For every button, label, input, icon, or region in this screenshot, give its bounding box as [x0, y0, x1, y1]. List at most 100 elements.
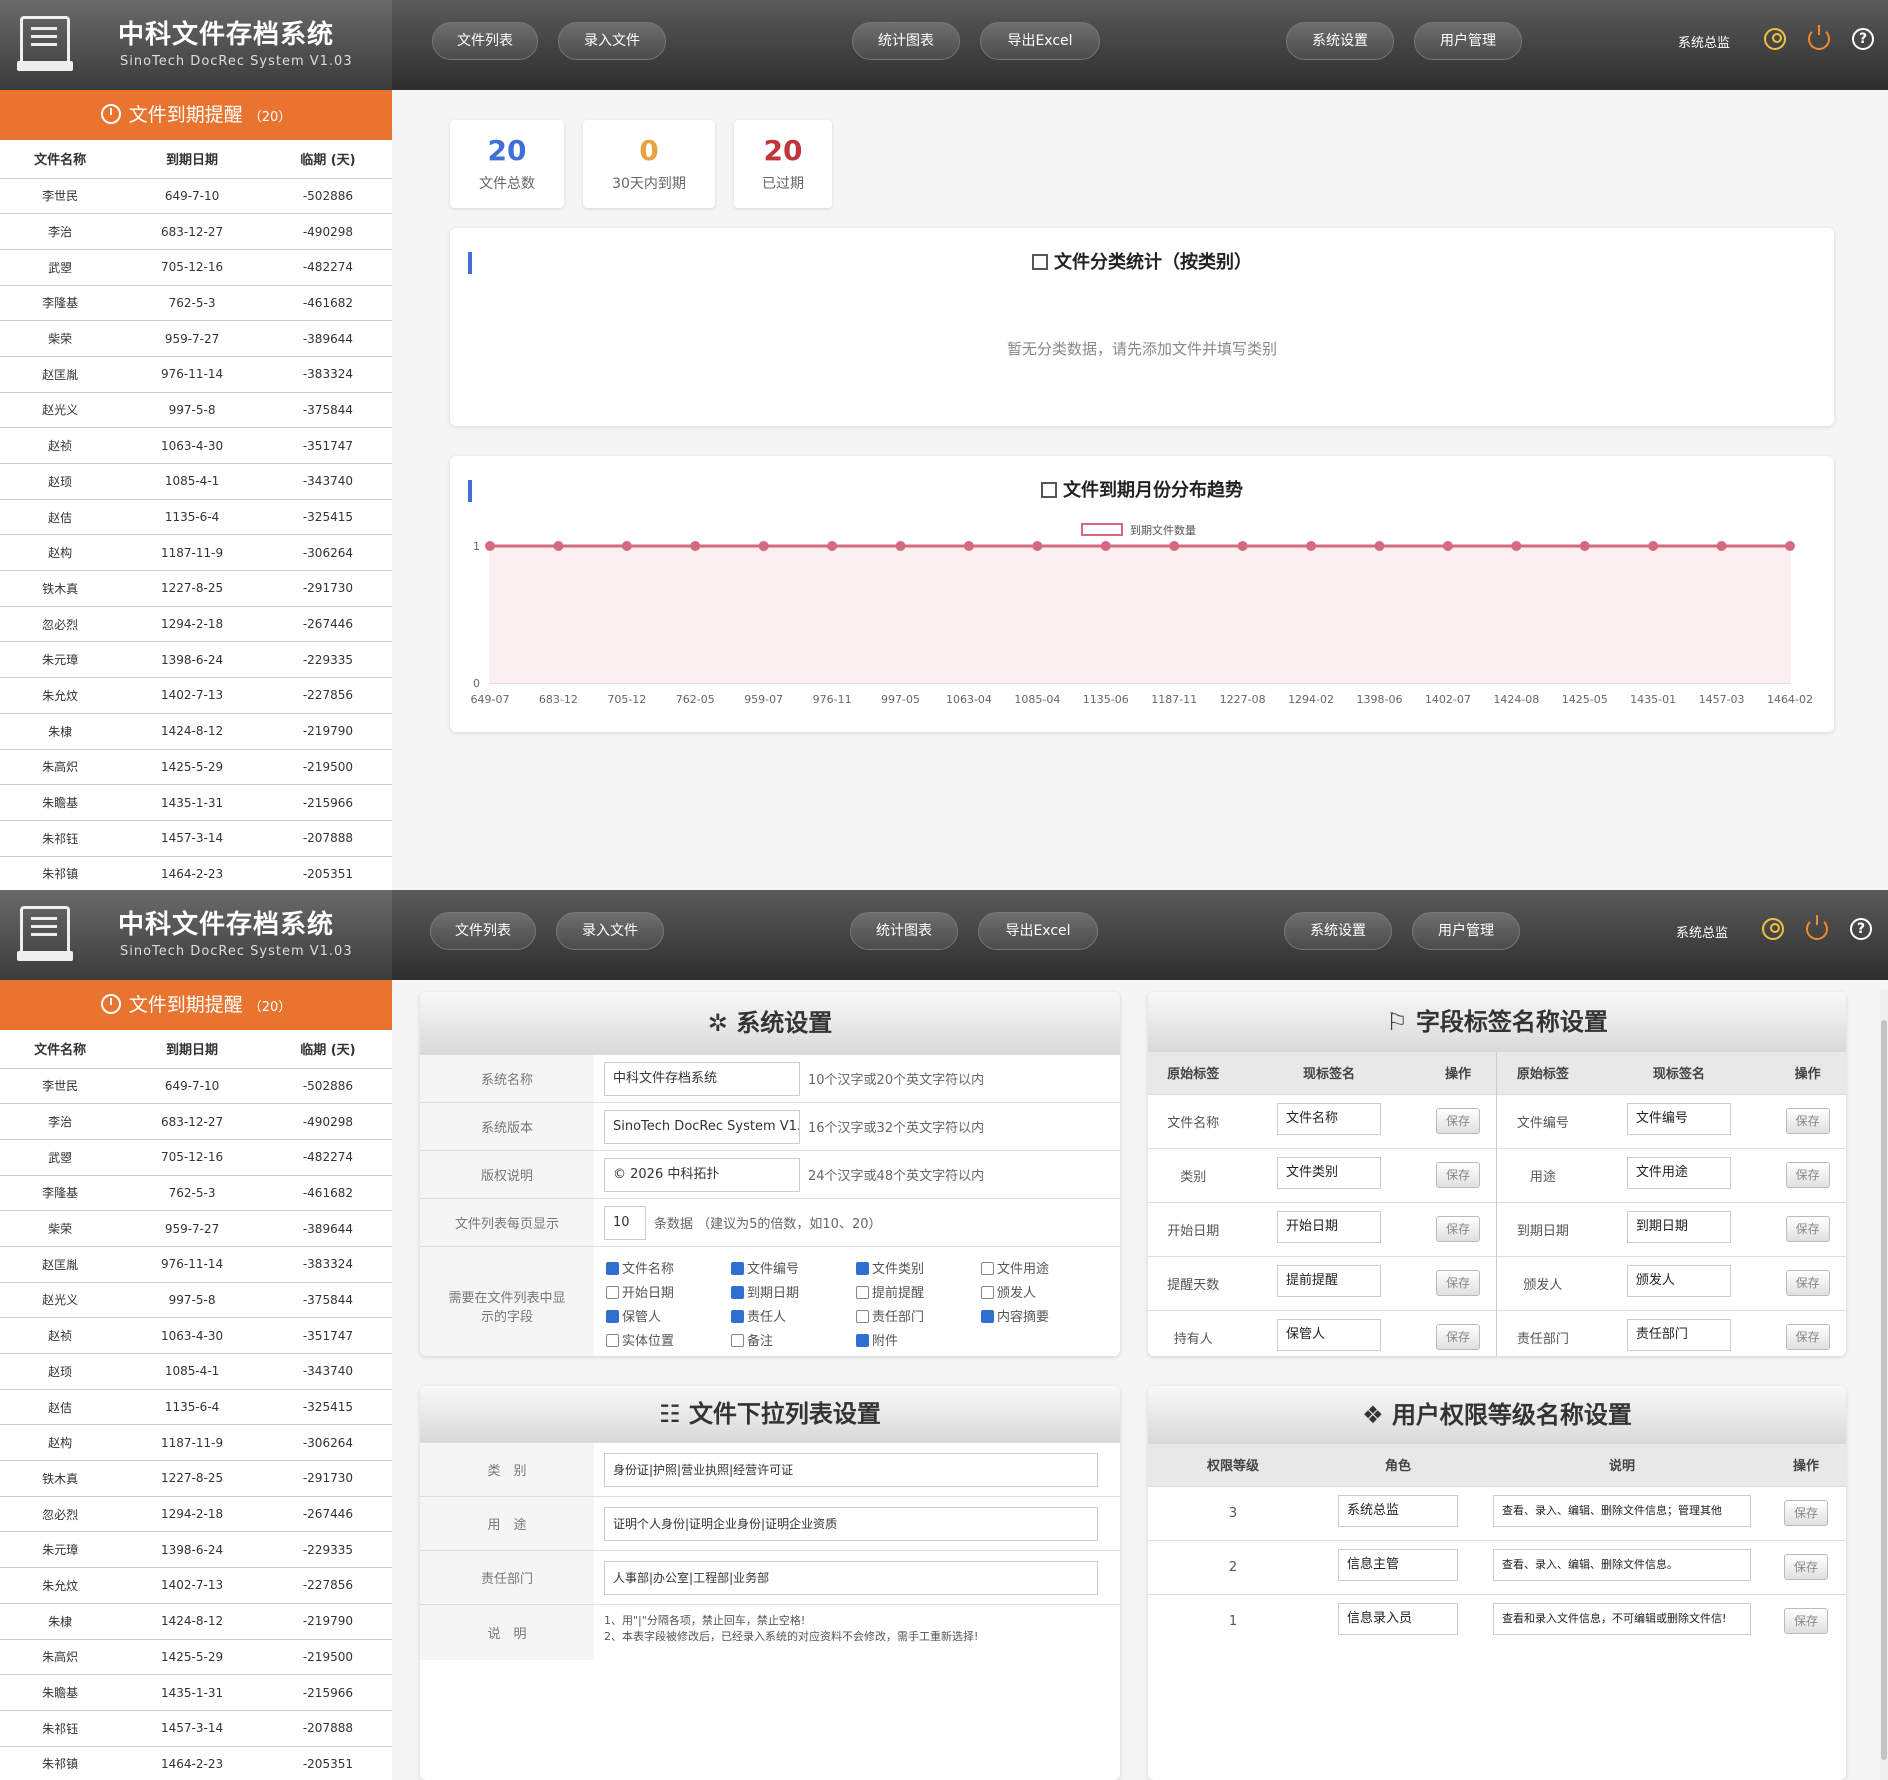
nav-system-settings[interactable]: 系统设置 [1284, 912, 1392, 950]
expiry-row[interactable]: 李世民 649-7-10 -502886 [0, 178, 392, 215]
role-name-input[interactable]: 信息录入员 [1338, 1603, 1458, 1636]
expiry-row[interactable]: 朱瞻基 1435-1-31 -215966 [0, 1674, 392, 1711]
nav-charts[interactable]: 统计图表 [852, 22, 960, 60]
field-checkbox[interactable]: 开始日期 [606, 1282, 731, 1306]
label-save-button[interactable]: 保存 [1436, 1162, 1480, 1188]
expiry-row[interactable]: 李治 683-12-27 -490298 [0, 213, 392, 250]
nav-export-excel[interactable]: 导出Excel [978, 912, 1098, 950]
nav-charts[interactable]: 统计图表 [850, 912, 958, 950]
label-save-button[interactable]: 保存 [1785, 1162, 1830, 1188]
checkbox-box[interactable] [981, 1309, 994, 1323]
field-checkbox[interactable]: 备注 [731, 1330, 856, 1354]
checkbox-box[interactable] [981, 1285, 994, 1299]
setting-input[interactable]: SinoTech DocRec System V1.0 [604, 1109, 800, 1144]
label-save-button[interactable]: 保存 [1436, 1108, 1480, 1134]
nav-file-list[interactable]: 文件列表 [430, 912, 536, 950]
role-name-input[interactable]: 系统总监 [1338, 1495, 1458, 1527]
expiry-row[interactable]: 赵祯 1063-4-30 -351747 [0, 427, 392, 464]
scrollbar-thumb[interactable] [1881, 1020, 1887, 1760]
expiry-row[interactable]: 朱祁钰 1457-3-14 -207888 [0, 820, 392, 857]
expiry-row[interactable]: 武曌 705-12-16 -482274 [0, 1139, 392, 1176]
field-checkbox[interactable]: 文件编号 [731, 1258, 856, 1282]
label-save-button[interactable]: 保存 [1785, 1270, 1830, 1296]
setting-input[interactable]: © 2026 中科拓扑 [604, 1157, 800, 1192]
expiry-row[interactable]: 朱允炆 1402-7-13 -227856 [0, 677, 392, 714]
field-checkbox[interactable]: 附件 [856, 1330, 981, 1354]
field-checkbox[interactable]: 到期日期 [731, 1282, 856, 1306]
field-checkbox[interactable]: 内容摘要 [981, 1306, 1106, 1330]
expiry-row[interactable]: 朱瞻基 1435-1-31 -215966 [0, 784, 392, 821]
dropdown-textarea[interactable]: 人事部|办公室|工程部|业务部 [604, 1560, 1098, 1595]
role-desc-input[interactable]: 查看、录入、编辑、删除文件信息。 [1493, 1549, 1751, 1581]
expiry-row[interactable]: 李隆基 762-5-3 -461682 [0, 285, 392, 322]
dropdown-textarea[interactable]: 证明个人身份|证明企业身份|证明企业资质 [604, 1506, 1098, 1541]
nav-add-file[interactable]: 录入文件 [556, 912, 664, 950]
expiry-row[interactable]: 柴荣 959-7-27 -389644 [0, 1210, 392, 1247]
role-save-button[interactable]: 保存 [1784, 1500, 1828, 1526]
expiry-row[interactable]: 李世民 649-7-10 -502886 [0, 1068, 392, 1105]
field-checkbox[interactable]: 责任部门 [856, 1306, 981, 1330]
setting-input[interactable]: 10 [604, 1205, 646, 1240]
page-scrollbar[interactable] [1880, 990, 1888, 1780]
current-label-input[interactable]: 保管人 [1277, 1319, 1382, 1351]
role-desc-input[interactable]: 查看、录入、编辑、删除文件信息；管理其他 [1493, 1495, 1751, 1527]
checkbox-box[interactable] [606, 1309, 619, 1323]
expiry-row[interactable]: 朱元璋 1398-6-24 -229335 [0, 641, 392, 679]
expiry-row[interactable]: 朱元璋 1398-6-24 -229335 [0, 1531, 392, 1569]
current-label-input[interactable]: 开始日期 [1277, 1211, 1382, 1243]
nav-add-file[interactable]: 录入文件 [558, 22, 666, 60]
checkbox-box[interactable] [856, 1333, 869, 1347]
expiry-row[interactable]: 柴荣 959-7-27 -389644 [0, 320, 392, 357]
expiry-row[interactable]: 赵光义 997-5-8 -375844 [0, 1282, 392, 1319]
expiry-row[interactable]: 朱棣 1424-8-12 -219790 [0, 713, 392, 750]
expiry-row[interactable]: 忽必烈 1294-2-18 -267446 [0, 1496, 392, 1533]
checkbox-box[interactable] [981, 1261, 994, 1275]
expiry-row[interactable]: 赵顼 1085-4-1 -343740 [0, 1353, 392, 1390]
checkbox-box[interactable] [606, 1261, 619, 1275]
expiry-row[interactable]: 赵佶 1135-6-4 -325415 [0, 1389, 392, 1426]
expiry-row[interactable]: 朱高炽 1425-5-29 -219500 [0, 1639, 392, 1676]
field-checkbox[interactable]: 颁发人 [981, 1282, 1106, 1306]
nav-export-excel[interactable]: 导出Excel [980, 22, 1100, 60]
help-icon[interactable]: ? [1850, 918, 1872, 940]
current-label-input[interactable]: 颁发人 [1626, 1265, 1731, 1297]
expiry-row[interactable]: 朱允炆 1402-7-13 -227856 [0, 1567, 392, 1604]
checkbox-box[interactable] [731, 1333, 744, 1347]
field-checkbox[interactable]: 文件用途 [981, 1258, 1106, 1282]
label-save-button[interactable]: 保存 [1436, 1270, 1480, 1296]
power-icon[interactable] [1808, 25, 1830, 50]
nav-user-management[interactable]: 用户管理 [1414, 22, 1522, 60]
field-checkbox[interactable]: 责任人 [731, 1306, 856, 1330]
label-save-button[interactable]: 保存 [1785, 1216, 1830, 1242]
expiry-row[interactable]: 赵佶 1135-6-4 -325415 [0, 499, 392, 536]
role-name-input[interactable]: 信息主管 [1338, 1549, 1458, 1581]
power-icon[interactable] [1806, 915, 1828, 940]
expiry-row[interactable]: 朱祁镇 1464-2-23 -205351 [0, 856, 392, 890]
expiry-row[interactable]: 李隆基 762-5-3 -461682 [0, 1175, 392, 1212]
user-icon[interactable] [1764, 28, 1786, 50]
label-save-button[interactable]: 保存 [1785, 1324, 1830, 1350]
label-save-button[interactable]: 保存 [1785, 1108, 1830, 1134]
current-label-input[interactable]: 责任部门 [1626, 1319, 1731, 1351]
expiry-row[interactable]: 李治 683-12-27 -490298 [0, 1103, 392, 1140]
expiry-row[interactable]: 朱高炽 1425-5-29 -219500 [0, 749, 392, 786]
expiry-row[interactable]: 朱祁钰 1457-3-14 -207888 [0, 1710, 392, 1747]
expiry-row[interactable]: 赵顼 1085-4-1 -343740 [0, 463, 392, 500]
current-label-input[interactable]: 文件类别 [1277, 1157, 1382, 1189]
expiry-row[interactable]: 朱祁镇 1464-2-23 -205351 [0, 1746, 392, 1780]
expiry-row[interactable]: 赵祯 1063-4-30 -351747 [0, 1317, 392, 1354]
field-checkbox[interactable]: 保管人 [606, 1306, 731, 1330]
field-checkbox[interactable]: 提前提醒 [856, 1282, 981, 1306]
current-label-input[interactable]: 到期日期 [1626, 1211, 1731, 1243]
checkbox-box[interactable] [731, 1285, 744, 1299]
expiry-row[interactable]: 赵匡胤 976-11-14 -383324 [0, 356, 392, 393]
expiry-row[interactable]: 赵匡胤 976-11-14 -383324 [0, 1246, 392, 1283]
user-icon[interactable] [1762, 918, 1784, 940]
expiry-row[interactable]: 忽必烈 1294-2-18 -267446 [0, 606, 392, 643]
expiry-row[interactable]: 武曌 705-12-16 -482274 [0, 249, 392, 286]
checkbox-box[interactable] [856, 1309, 869, 1323]
label-save-button[interactable]: 保存 [1436, 1324, 1480, 1350]
role-save-button[interactable]: 保存 [1784, 1554, 1828, 1580]
setting-input[interactable]: 中科文件存档系统 [604, 1061, 800, 1096]
dropdown-textarea[interactable]: 身份证|护照|营业执照|经营许可证 [604, 1452, 1098, 1487]
